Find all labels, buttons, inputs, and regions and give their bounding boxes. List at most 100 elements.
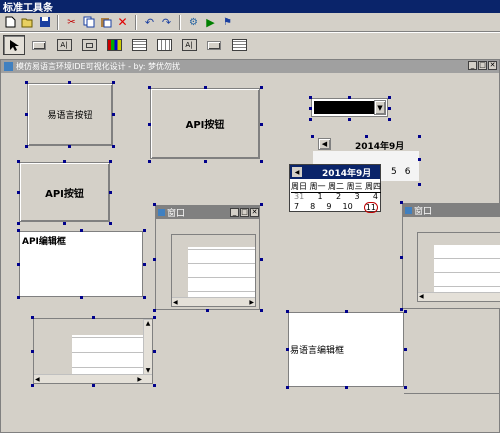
table-tool-icon[interactable] [228, 35, 250, 55]
grid-tool-icon[interactable] [153, 35, 175, 55]
calendar-day[interactable]: 11 [363, 202, 378, 213]
image-tool-icon[interactable] [103, 35, 125, 55]
selection-handle[interactable] [260, 309, 263, 312]
calendar-day[interactable]: 5 [391, 167, 397, 177]
calendar-day[interactable]: 31 [294, 192, 304, 201]
delete-icon[interactable]: ✕ [115, 15, 130, 30]
selection-handle[interactable] [404, 310, 407, 313]
calendar-day[interactable]: 8 [310, 202, 315, 213]
selection-handle[interactable] [17, 222, 20, 225]
calendar-popup-prev-button[interactable]: ◀ [292, 167, 302, 177]
selection-handle[interactable] [286, 310, 289, 313]
selection-handle[interactable] [31, 350, 34, 353]
selection-handle[interactable] [388, 96, 391, 99]
selection-handle[interactable] [63, 160, 66, 163]
color-combo-box[interactable]: ▼ [311, 98, 388, 117]
selection-handle[interactable] [204, 160, 207, 163]
selection-handle[interactable] [17, 191, 20, 194]
child-window-2-grid[interactable]: ◀ [417, 232, 500, 302]
redo-icon[interactable]: ↷ [159, 15, 174, 30]
selection-handle[interactable] [112, 113, 115, 116]
new-file-icon[interactable] [3, 15, 18, 30]
child-window-2[interactable]: 窗口 ◀ [402, 203, 500, 309]
selection-handle[interactable] [80, 296, 83, 299]
selection-handle[interactable] [260, 258, 263, 261]
selection-handle[interactable] [17, 296, 20, 299]
selection-handle[interactable] [112, 81, 115, 84]
selection-handle[interactable] [25, 145, 28, 148]
selection-handle[interactable] [418, 158, 421, 161]
selection-handle[interactable] [25, 113, 28, 116]
selection-handle[interactable] [286, 386, 289, 389]
vertical-scrollbar[interactable]: ▲ ▼ [143, 319, 152, 374]
selection-handle[interactable] [345, 386, 348, 389]
minimize-button[interactable]: _ [468, 61, 477, 70]
cut-icon[interactable]: ✂ [64, 15, 79, 30]
selection-handle[interactable] [206, 309, 209, 312]
selection-handle[interactable] [400, 201, 403, 204]
list-tool-icon[interactable] [128, 35, 150, 55]
edit-tool-icon[interactable] [78, 35, 100, 55]
calendar-day[interactable]: 3 [354, 192, 359, 201]
data-grid[interactable]: ▲ ▼ ◀ ▶ [33, 318, 153, 384]
run-icon[interactable]: ▶ [203, 15, 218, 30]
selection-handle[interactable] [143, 263, 146, 266]
selection-handle[interactable] [348, 96, 351, 99]
selection-handle[interactable] [68, 81, 71, 84]
combo-dropdown-button[interactable]: ▼ [374, 100, 386, 115]
selection-handle[interactable] [143, 229, 146, 232]
selection-handle[interactable] [404, 348, 407, 351]
button-tool-icon[interactable] [28, 35, 50, 55]
selection-handle[interactable] [148, 160, 151, 163]
calendar-day[interactable]: 10 [343, 202, 353, 213]
label-tool-icon[interactable]: A| [53, 35, 75, 55]
calendar-prev-button[interactable]: ◀ [318, 138, 331, 150]
selection-handle[interactable] [92, 384, 95, 387]
api-button-2[interactable]: API按钮 [19, 162, 110, 222]
selection-handle[interactable] [25, 81, 28, 84]
selection-handle[interactable] [418, 183, 421, 186]
selection-handle[interactable] [17, 229, 20, 232]
selection-handle[interactable] [143, 296, 146, 299]
selection-handle[interactable] [311, 135, 314, 138]
selection-handle[interactable] [31, 316, 34, 319]
horizontal-scrollbar[interactable]: ◀ ▶ [172, 297, 255, 306]
selection-handle[interactable] [63, 222, 66, 225]
child-window[interactable]: 窗口 _ □ ✕ ◀ ▶ [155, 205, 260, 310]
copy-icon[interactable] [81, 15, 96, 30]
calendar-day[interactable]: 7 [294, 202, 299, 213]
maximize-button[interactable]: □ [478, 61, 487, 70]
pointer-icon[interactable] [3, 35, 25, 55]
selection-handle[interactable] [153, 384, 156, 387]
selection-handle[interactable] [153, 316, 156, 319]
child-window-grid[interactable]: ◀ ▶ [171, 234, 256, 307]
maximize-button[interactable]: □ [240, 208, 249, 217]
selection-handle[interactable] [153, 203, 156, 206]
paste-icon[interactable] [98, 15, 113, 30]
close-button[interactable]: ✕ [250, 208, 259, 217]
save-icon[interactable] [37, 15, 52, 30]
settings-icon[interactable]: ⚙ [186, 15, 201, 30]
selection-handle[interactable] [153, 309, 156, 312]
selection-handle[interactable] [309, 96, 312, 99]
selection-handle[interactable] [418, 135, 421, 138]
debug-icon[interactable]: ⚑ [220, 15, 235, 30]
selection-handle[interactable] [92, 316, 95, 319]
calendar-day[interactable]: 2 [336, 192, 341, 201]
selection-handle[interactable] [388, 118, 391, 121]
selection-handle[interactable] [388, 107, 391, 110]
selection-handle[interactable] [153, 258, 156, 261]
selection-handle[interactable] [109, 160, 112, 163]
label-tool-2-icon[interactable]: A| [178, 35, 200, 55]
selection-handle[interactable] [286, 348, 289, 351]
selection-handle[interactable] [260, 86, 263, 89]
selection-handle[interactable] [80, 229, 83, 232]
selection-handle[interactable] [309, 107, 312, 110]
selection-handle[interactable] [153, 350, 156, 353]
easy-language-edit-box[interactable]: 易语言编辑框 [288, 312, 404, 387]
selection-handle[interactable] [148, 123, 151, 126]
api-edit-box[interactable]: API编辑框 [19, 231, 143, 297]
minimize-button[interactable]: _ [230, 208, 239, 217]
selection-handle[interactable] [148, 86, 151, 89]
selection-handle[interactable] [109, 191, 112, 194]
